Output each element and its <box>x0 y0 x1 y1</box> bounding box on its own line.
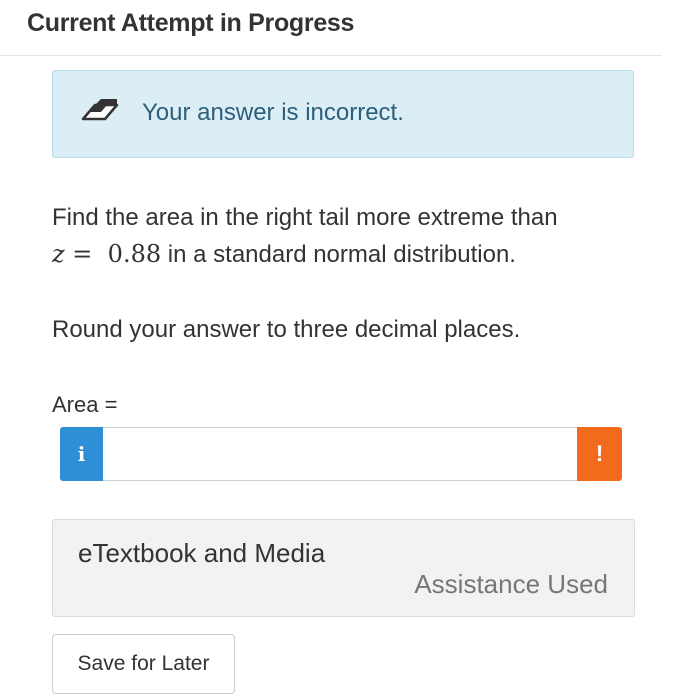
equals-sign: = <box>72 240 93 268</box>
z-expression: z = 0.88 <box>52 240 161 268</box>
warning-button[interactable]: ! <box>577 427 622 481</box>
incorrect-answer-alert: Your answer is incorrect. <box>52 70 634 158</box>
z-value: 0.88 <box>107 240 162 268</box>
page-title: Current Attempt in Progress <box>27 9 355 37</box>
answer-input-group: i ! <box>60 427 622 481</box>
alert-message: Your answer is incorrect. <box>142 99 404 126</box>
question-prompt: Find the area in the right tail more ext… <box>52 204 558 231</box>
page-header: Current Attempt in Progress <box>0 0 662 56</box>
rounding-instruction: Round your answer to three decimal place… <box>52 316 521 343</box>
info-button[interactable]: i <box>60 427 103 481</box>
save-for-later-button[interactable]: Save for Later <box>52 634 235 694</box>
assistance-status: Assistance Used <box>414 569 608 599</box>
question-text: Find the area in the right tail more ext… <box>52 199 642 273</box>
question-page: Current Attempt in Progress Your answer … <box>0 0 689 700</box>
question-prompt-continued: in a standard normal distribution. <box>167 241 516 268</box>
eraser-icon <box>81 99 119 121</box>
z-variable: z <box>52 240 65 268</box>
etextbook-media-panel[interactable]: eTextbook and Media Assistance Used <box>52 519 635 617</box>
area-label: Area = <box>52 392 118 417</box>
etextbook-media-title: eTextbook and Media <box>78 538 326 568</box>
area-answer-input[interactable] <box>103 427 577 481</box>
